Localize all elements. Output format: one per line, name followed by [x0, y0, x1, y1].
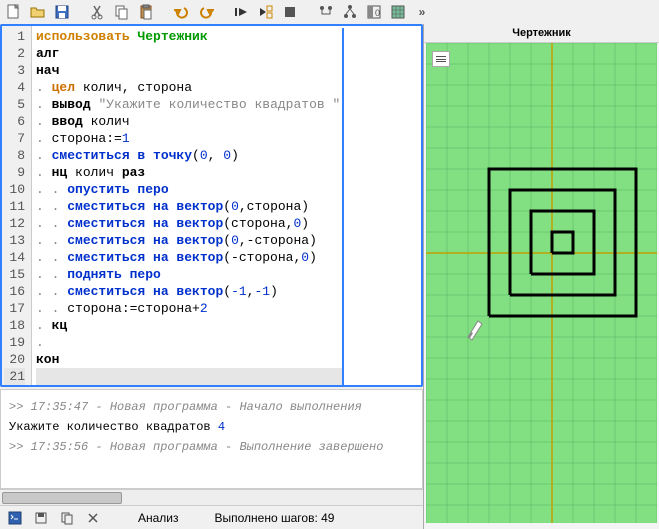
code-area[interactable]: использовать Чертежникалгнач. цел колич,… [32, 26, 348, 385]
console-output-line: Укажите количество квадратов 4 [9, 420, 414, 434]
run-icon[interactable] [232, 2, 252, 22]
toolbar-more[interactable]: » [412, 2, 432, 22]
undo-icon[interactable] [172, 2, 192, 22]
new-file-icon[interactable] [4, 2, 24, 22]
canvas-area[interactable] [424, 43, 659, 529]
copy-icon[interactable] [112, 2, 132, 22]
hamburger-icon[interactable] [432, 51, 450, 67]
redo-icon[interactable] [196, 2, 216, 22]
grid-icon[interactable] [388, 2, 408, 22]
svg-text:0: 0 [375, 8, 380, 18]
open-file-icon[interactable] [28, 2, 48, 22]
step-icon[interactable] [256, 2, 276, 22]
terminal-icon[interactable] [6, 509, 24, 527]
console-panel[interactable]: >> 17:35:47 - Новая программа - Начало в… [0, 389, 423, 489]
cut-icon[interactable] [88, 2, 108, 22]
line-gutter: 1234567891011121314151617181920212223 [2, 26, 32, 385]
status-bar: Анализ Выполнено шагов: 49 [0, 505, 423, 529]
save-icon[interactable] [52, 2, 72, 22]
console-end-line: >> 17:35:56 - Новая программа - Выполнен… [9, 440, 414, 454]
canvas-title: Чертежник [424, 24, 659, 43]
status-analysis: Анализ [138, 511, 179, 525]
actor-icon[interactable] [316, 2, 336, 22]
status-steps: Выполнено шагов: 49 [215, 511, 335, 525]
stop-icon[interactable] [280, 2, 300, 22]
horizontal-scrollbar[interactable] [0, 489, 423, 505]
panel-icon[interactable]: 0 [364, 2, 384, 22]
copy-small-icon[interactable] [58, 509, 76, 527]
paste-icon[interactable] [136, 2, 156, 22]
tree-icon[interactable] [340, 2, 360, 22]
code-editor[interactable]: 1234567891011121314151617181920212223 ис… [0, 24, 423, 387]
close-small-icon[interactable] [84, 509, 102, 527]
console-start-line: >> 17:35:47 - Новая программа - Начало в… [9, 400, 414, 414]
main-toolbar: 0 » [0, 0, 659, 24]
save-small-icon[interactable] [32, 509, 50, 527]
